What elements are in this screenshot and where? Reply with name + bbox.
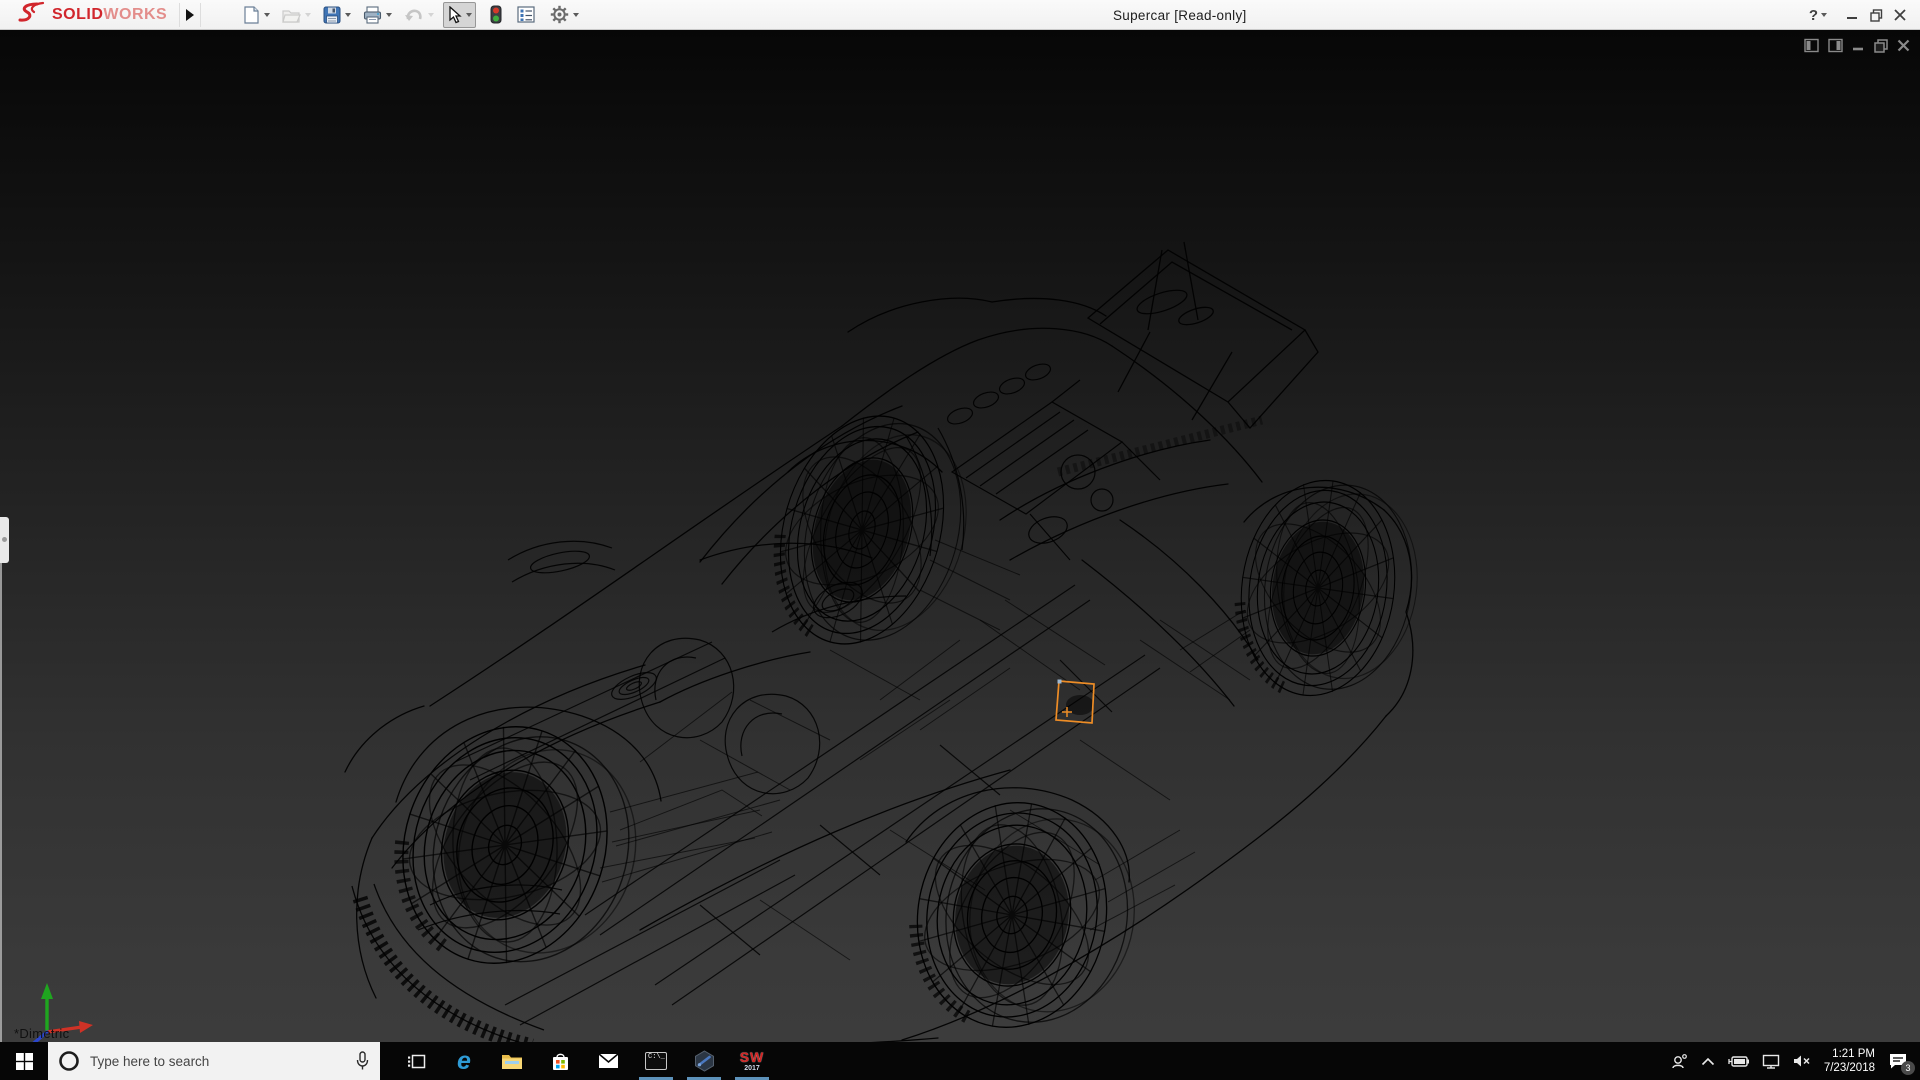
chevron-down-icon[interactable]	[573, 13, 579, 17]
file-explorer-icon	[501, 1052, 523, 1070]
tray-clock[interactable]: 1:21 PM 7/23/2018	[1824, 1047, 1875, 1075]
select-tool-button[interactable]	[443, 2, 476, 28]
hex-app-button[interactable]	[680, 1042, 728, 1080]
minimize-icon	[1846, 9, 1858, 21]
window-controls: ?	[1806, 0, 1912, 30]
print-button[interactable]	[360, 2, 395, 28]
volume-muted-icon[interactable]	[1793, 1054, 1811, 1068]
windows-taskbar: e C:\_	[0, 1042, 1920, 1080]
doc-close-icon[interactable]	[1897, 39, 1910, 52]
start-button[interactable]	[0, 1042, 48, 1080]
tray-time: 1:21 PM	[1824, 1047, 1875, 1061]
display-pane-left-icon[interactable]	[1804, 38, 1819, 53]
titlebar: SOLIDWORKS	[0, 0, 1920, 30]
chevron-down-icon[interactable]	[1821, 13, 1827, 17]
minimize-button[interactable]	[1840, 2, 1864, 28]
solidworks-2017-button[interactable]: SW 2017	[728, 1042, 776, 1080]
options-button[interactable]	[547, 2, 582, 28]
chevron-down-icon	[428, 13, 434, 17]
network-icon[interactable]	[1762, 1054, 1780, 1069]
task-view-button[interactable]	[392, 1042, 440, 1080]
help-button[interactable]: ?	[1806, 2, 1830, 28]
restore-icon	[1870, 9, 1883, 22]
file-properties-button[interactable]	[514, 2, 538, 28]
window-title: Supercar [Read-only]	[1113, 0, 1247, 30]
doc-restore-icon[interactable]	[1874, 39, 1888, 53]
printer-icon	[363, 6, 382, 24]
select-cursor-icon	[447, 6, 462, 24]
close-icon	[1894, 9, 1906, 21]
solidworks-logo: SOLIDWORKS	[0, 0, 167, 29]
taskbar-apps: e C:\_	[392, 1042, 776, 1080]
edge-icon: e	[457, 1049, 471, 1074]
new-document-button[interactable]	[240, 2, 273, 28]
rebuild-button[interactable]	[487, 2, 505, 28]
command-prompt-icon: C:\_	[645, 1052, 667, 1070]
document-window-controls	[1804, 38, 1910, 53]
save-floppy-icon	[323, 6, 341, 24]
front-right-wheel	[747, 394, 990, 669]
featuremanager-collapsed-tab[interactable]	[0, 517, 9, 563]
panel-tab-grip-icon	[2, 537, 7, 542]
restore-button[interactable]	[1864, 2, 1888, 28]
microphone-icon[interactable]	[355, 1051, 370, 1071]
taskbar-search[interactable]	[48, 1042, 380, 1080]
people-icon[interactable]	[1671, 1053, 1688, 1070]
system-tray: 1:21 PM 7/23/2018 3	[1671, 1042, 1920, 1080]
undo-arrow-icon	[404, 6, 424, 23]
display-pane-right-icon[interactable]	[1828, 38, 1843, 53]
battery-icon[interactable]	[1728, 1055, 1749, 1068]
action-center-button[interactable]: 3	[1888, 1052, 1908, 1070]
file-explorer-button[interactable]	[488, 1042, 536, 1080]
graphics-area[interactable]: *Dimetric	[0, 30, 1920, 1042]
tray-chevron-up-icon[interactable]	[1701, 1057, 1715, 1066]
traffic-light-icon	[490, 5, 502, 24]
hexagon-app-icon	[694, 1050, 715, 1072]
store-button[interactable]	[536, 1042, 584, 1080]
close-button[interactable]	[1888, 2, 1912, 28]
solidworks-2017-icon: SW 2017	[740, 1050, 765, 1072]
cortana-icon[interactable]	[58, 1050, 80, 1072]
selection-corner-handle	[1058, 680, 1062, 684]
store-icon	[551, 1052, 570, 1071]
edge-button[interactable]: e	[440, 1042, 488, 1080]
notification-badge: 3	[1901, 1061, 1915, 1075]
chevron-down-icon	[305, 13, 311, 17]
tray-date: 7/23/2018	[1824, 1061, 1875, 1075]
command-prompt-button[interactable]: C:\_	[632, 1042, 680, 1080]
rear-left-wheel	[891, 786, 1151, 1042]
task-view-icon	[407, 1053, 426, 1070]
open-document-button[interactable]	[279, 2, 314, 28]
right-triangle-icon	[186, 9, 194, 21]
main-toolbar	[237, 0, 585, 29]
gear-icon	[550, 5, 569, 24]
brand-text: SOLIDWORKS	[52, 6, 167, 24]
chevron-down-icon[interactable]	[386, 13, 392, 17]
chevron-down-icon[interactable]	[345, 13, 351, 17]
file-properties-icon	[517, 6, 535, 23]
search-input[interactable]	[90, 1054, 355, 1069]
mail-button[interactable]	[584, 1042, 632, 1080]
doc-minimize-icon[interactable]	[1852, 39, 1865, 52]
solidworks-logo-mark-icon	[16, 1, 46, 28]
mail-icon	[598, 1053, 619, 1069]
new-document-icon	[243, 6, 260, 24]
open-folder-icon	[282, 7, 301, 23]
panel-splitter-edge[interactable]	[0, 517, 2, 1042]
save-button[interactable]	[320, 2, 354, 28]
windows-logo-icon	[16, 1053, 33, 1070]
chevron-down-icon[interactable]	[264, 13, 270, 17]
rear-right-wheel	[1220, 469, 1430, 708]
menu-expand-button[interactable]	[179, 3, 201, 27]
chevron-down-icon[interactable]	[466, 13, 472, 17]
wireframe-car-model[interactable]	[0, 30, 1920, 1042]
undo-button[interactable]	[401, 2, 437, 28]
view-orientation-label: *Dimetric	[14, 1026, 69, 1041]
